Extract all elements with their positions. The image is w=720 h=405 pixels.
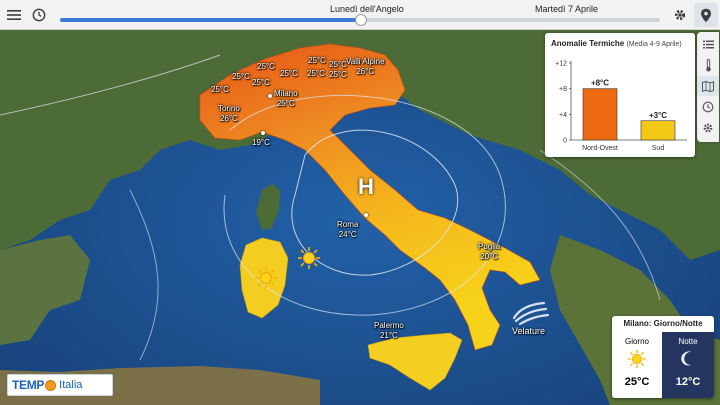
moon-icon [681, 351, 692, 366]
list-icon[interactable] [697, 34, 719, 54]
layer-sidebar [697, 32, 719, 142]
city-temp: 26°C [219, 114, 238, 123]
tempo-italia-logo[interactable]: TEMP Italia [7, 374, 113, 396]
city-card-title: Milano: Giorno/Notte [612, 316, 714, 333]
map-stage: Lunedì dell'Angelo Martedì 7 Aprile Anom… [0, 0, 720, 405]
city-dot-roma[interactable] [364, 213, 368, 217]
city-name: Puglia [478, 242, 501, 251]
city-name: Milano [274, 89, 298, 98]
temp-label: 25°C [308, 56, 326, 65]
city-temp: 26°C [356, 67, 375, 76]
history-icon[interactable] [697, 97, 719, 117]
velature-label: Velature [512, 326, 546, 336]
timeline-right-label: Martedì 7 Aprile [535, 4, 599, 14]
day-temp: 25°C [624, 376, 650, 388]
temp-label: 25°C [232, 72, 250, 81]
bar-value-label: +3°C [649, 111, 667, 120]
y-tick-label: +8 [559, 86, 567, 93]
city-name: Torino [218, 104, 240, 113]
x-tick-label: Nord-Ovest [582, 145, 618, 152]
city-label-valli-alpine: Valli Alpine 26°C [346, 57, 385, 77]
night-temp: 12°C [675, 376, 701, 388]
bar-nord-ovest [582, 88, 618, 141]
timeline-handle[interactable] [355, 14, 367, 26]
y-tick-label: 0 [563, 138, 567, 145]
temp-label: 25°C [252, 78, 270, 87]
high-pressure-marker: H [358, 174, 374, 199]
city-label-genova: 19°C [252, 138, 270, 147]
timeline-track[interactable] [60, 14, 660, 26]
day-panel: Giorno 25°C [612, 332, 662, 398]
logo-ring-icon [45, 379, 57, 391]
y-tick-label: +4 [559, 112, 567, 119]
city-label-puglia: Puglia 20°C [478, 242, 500, 262]
sun-icon [255, 267, 277, 289]
bar-sud [640, 120, 676, 141]
temp-label: 25°C [280, 69, 298, 78]
thermometer-icon[interactable] [697, 55, 719, 75]
timeline-left-label: Lunedì dell'Angelo [330, 4, 404, 14]
temp-label: 25°C [307, 69, 325, 78]
gear-icon[interactable] [669, 4, 691, 26]
temp-label: 25°C [257, 62, 275, 71]
anomalies-panel: Anomalie Termiche (Media 4-9 Aprile) 0 +4… [545, 33, 695, 157]
night-label: Notte [678, 337, 698, 346]
city-temp: 24°C [338, 230, 357, 239]
city-label-roma: Roma 24°C [337, 220, 358, 240]
city-dot-genova[interactable] [261, 131, 265, 135]
temp-label: 25°C [329, 60, 347, 69]
menu-icon[interactable] [3, 4, 25, 26]
day-label: Giorno [624, 337, 649, 346]
city-label-torino: Torino 26°C [218, 104, 240, 124]
city-day-night-card: Milano: Giorno/Notte Giorno 25°C Notte 1… [612, 316, 714, 398]
y-tick-label: +12 [555, 61, 567, 68]
city-temp: 21°C [379, 331, 398, 340]
city-name: Palermo [374, 321, 404, 330]
x-tick-label: Sud [652, 145, 665, 152]
cloud-icon [512, 301, 550, 326]
temp-label: 25°C [329, 70, 347, 79]
sun-icon [298, 247, 320, 269]
timeline-bar: Lunedì dell'Angelo Martedì 7 Aprile [0, 0, 720, 30]
logo-text: TEMP [12, 378, 45, 392]
night-panel: Notte 12°C [662, 332, 714, 398]
temp-label: 25°C [211, 85, 229, 94]
city-label-palermo: Palermo 21°C [374, 321, 404, 341]
city-name: Roma [337, 220, 359, 229]
logo-text-italia: Italia [59, 379, 83, 391]
location-pin-icon[interactable] [694, 3, 718, 27]
city-temp: 25°C [276, 99, 295, 108]
city-temp: 20°C [480, 252, 499, 261]
bar-value-label: +8°C [591, 79, 609, 88]
anomalies-chart: 0 +4 +8 +12 +8°C Nord-Ovest +3°C Sud [555, 61, 687, 152]
settings-icon[interactable] [697, 118, 719, 138]
city-dot-milano[interactable] [268, 94, 272, 98]
clock-icon[interactable] [28, 4, 50, 26]
map-icon[interactable] [697, 76, 719, 96]
sun-icon [627, 349, 647, 369]
timeline-progress [60, 18, 360, 22]
city-name: Valli Alpine [346, 57, 385, 66]
city-label-milano: Milano 25°C [274, 89, 298, 109]
